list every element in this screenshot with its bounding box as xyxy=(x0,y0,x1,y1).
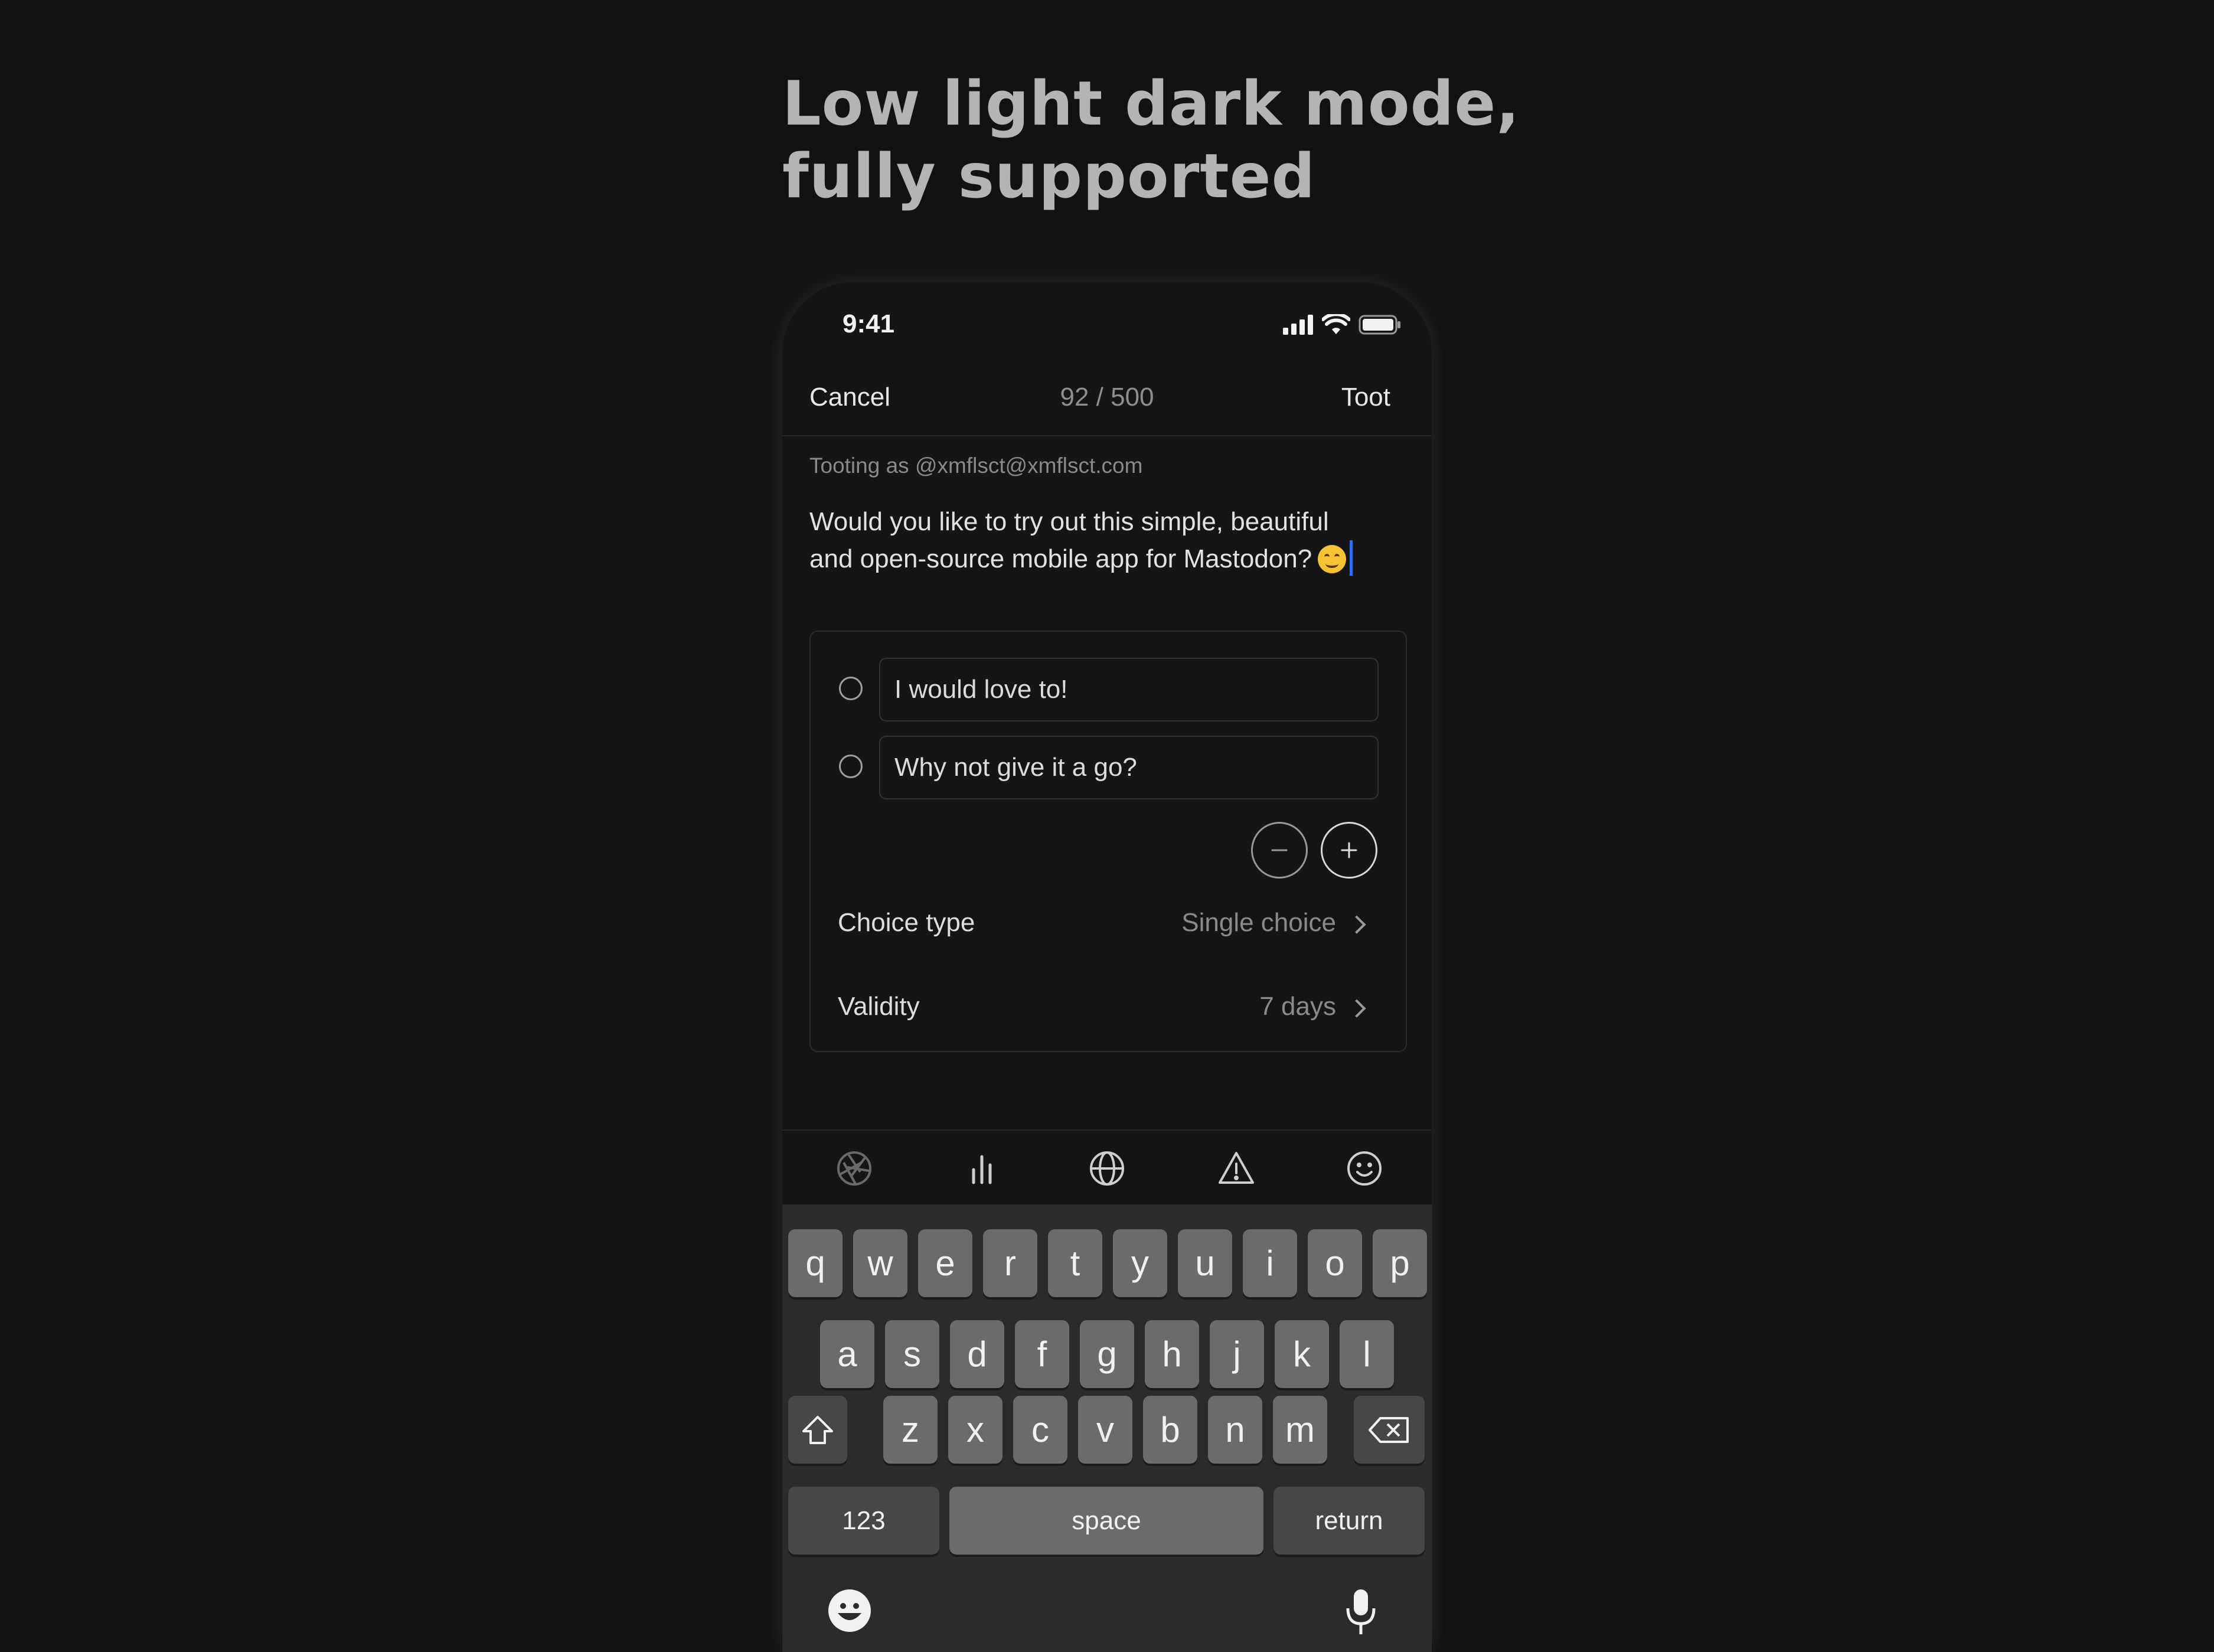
phone-screen: 9:41 Cancel 92 / 500 Toot Tooting as @xm… xyxy=(782,282,1432,1652)
return-key[interactable]: return xyxy=(1273,1487,1425,1555)
character-count: 92 / 500 xyxy=(1060,383,1154,412)
compose-line-2: and open-source mobile app for Mastodon? xyxy=(809,544,1312,573)
poll-option-1-radio[interactable] xyxy=(839,677,863,700)
key-z[interactable]: z xyxy=(883,1396,938,1464)
headline-line-2: fully supported xyxy=(782,141,1316,212)
poll-editor: I would love to! Why not give it a go? C… xyxy=(809,631,1407,1052)
warning-icon[interactable] xyxy=(1215,1147,1258,1190)
remove-option-button[interactable] xyxy=(1251,822,1308,879)
nav-divider xyxy=(782,435,1432,436)
key-k[interactable]: k xyxy=(1275,1320,1329,1388)
minus-icon xyxy=(1271,849,1288,851)
poll-icon[interactable] xyxy=(961,1147,1003,1190)
smiling-emoji-icon xyxy=(1318,545,1347,573)
shift-key[interactable] xyxy=(788,1396,847,1464)
key-a[interactable]: a xyxy=(820,1320,874,1388)
key-c[interactable]: c xyxy=(1013,1396,1067,1464)
headline: Low light dark mode, fully supported xyxy=(782,68,1550,213)
validity-row[interactable]: Validity 7 days xyxy=(811,975,1406,1040)
numbers-key[interactable]: 123 xyxy=(788,1487,939,1555)
key-d[interactable]: d xyxy=(950,1320,1004,1388)
key-g[interactable]: g xyxy=(1080,1320,1134,1388)
validity-label: Validity xyxy=(838,992,920,1021)
choice-type-value: Single choice xyxy=(1181,908,1336,937)
key-u[interactable]: u xyxy=(1178,1229,1232,1297)
key-o[interactable]: o xyxy=(1308,1229,1362,1297)
chevron-right-icon xyxy=(1347,999,1366,1018)
signal-icon xyxy=(1283,315,1313,335)
key-y[interactable]: y xyxy=(1113,1229,1167,1297)
compose-line-1: Would you like to try out this simple, b… xyxy=(809,507,1329,536)
key-s[interactable]: s xyxy=(885,1320,939,1388)
keyboard: qwertyuiop asdfghjkl zxcvbnm 123 space r… xyxy=(782,1204,1432,1652)
add-option-button[interactable] xyxy=(1321,822,1377,879)
backspace-icon xyxy=(1369,1416,1409,1443)
microphone-icon[interactable] xyxy=(1344,1587,1377,1640)
text-cursor xyxy=(1350,540,1353,576)
key-q[interactable]: q xyxy=(788,1229,843,1297)
key-n[interactable]: n xyxy=(1208,1396,1262,1464)
status-time: 9:41 xyxy=(843,309,895,338)
chevron-right-icon xyxy=(1347,915,1366,934)
key-v[interactable]: v xyxy=(1078,1396,1132,1464)
key-w[interactable]: w xyxy=(853,1229,907,1297)
key-b[interactable]: b xyxy=(1143,1396,1197,1464)
poll-option-2-radio[interactable] xyxy=(839,755,863,778)
validity-value: 7 days xyxy=(1259,992,1336,1021)
compose-text-area[interactable]: Would you like to try out this simple, b… xyxy=(809,504,1400,577)
choice-type-label: Choice type xyxy=(838,908,975,937)
camera-aperture-icon[interactable] xyxy=(833,1147,876,1190)
compose-toolbar xyxy=(782,1129,1432,1206)
choice-type-row[interactable]: Choice type Single choice xyxy=(811,892,1406,956)
key-l[interactable]: l xyxy=(1340,1320,1394,1388)
delete-key[interactable] xyxy=(1354,1396,1425,1464)
poll-option-1-input[interactable]: I would love to! xyxy=(879,658,1379,721)
key-i[interactable]: i xyxy=(1243,1229,1297,1297)
key-j[interactable]: j xyxy=(1210,1320,1264,1388)
key-e[interactable]: e xyxy=(918,1229,972,1297)
shift-icon xyxy=(802,1415,833,1444)
status-icons xyxy=(1283,313,1401,337)
emoji-icon[interactable] xyxy=(1343,1147,1386,1190)
key-p[interactable]: p xyxy=(1373,1229,1427,1297)
poll-option-2-input[interactable]: Why not give it a go? xyxy=(879,736,1379,799)
headline-line-1: Low light dark mode, xyxy=(782,68,1520,139)
toot-button[interactable]: Toot xyxy=(1341,383,1390,412)
tooting-as-label: Tooting as @xmflsct@xmflsct.com xyxy=(809,453,1143,478)
key-t[interactable]: t xyxy=(1048,1229,1102,1297)
key-h[interactable]: h xyxy=(1145,1320,1199,1388)
plus-icon xyxy=(1341,842,1357,858)
key-f[interactable]: f xyxy=(1015,1320,1069,1388)
key-m[interactable]: m xyxy=(1273,1396,1327,1464)
key-r[interactable]: r xyxy=(983,1229,1037,1297)
battery-icon xyxy=(1359,315,1400,335)
emoji-keyboard-icon[interactable] xyxy=(826,1587,873,1637)
key-x[interactable]: x xyxy=(948,1396,1002,1464)
space-key[interactable]: space xyxy=(949,1487,1263,1555)
wifi-icon xyxy=(1322,314,1350,334)
globe-icon[interactable] xyxy=(1086,1147,1128,1190)
